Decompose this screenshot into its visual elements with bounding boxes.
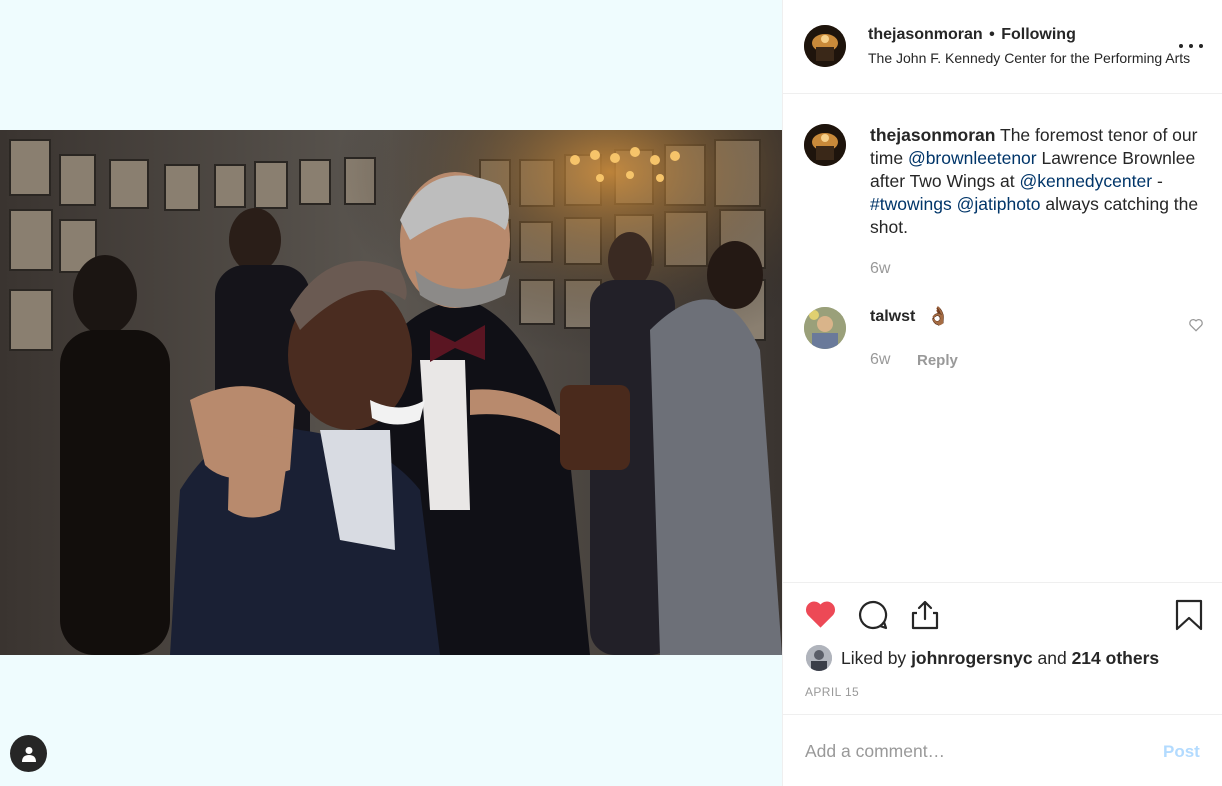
- post-actions: Liked by johnrogersnyc and 214 others AP…: [783, 582, 1222, 714]
- header-separator: •: [989, 26, 995, 43]
- follow-status[interactable]: Following: [1001, 26, 1076, 43]
- person-icon[interactable]: [10, 735, 47, 772]
- post-details-pane: thejasonmoran • Following The John F. Ke…: [782, 0, 1222, 786]
- likes-prefix: Liked by: [841, 647, 907, 668]
- likes-summary: Liked by johnrogersnyc and 214 others: [806, 645, 1159, 671]
- photo-illustration: [0, 130, 782, 655]
- share-icon[interactable]: [909, 599, 941, 636]
- more-options-icon[interactable]: [1179, 38, 1203, 54]
- comment-text: 👌🏾: [927, 306, 950, 326]
- others-likes-link[interactable]: 214 others: [1072, 648, 1160, 669]
- header-title: thejasonmoran • Following: [868, 26, 1076, 44]
- hashtag-link[interactable]: #twowings: [870, 194, 952, 214]
- comment-input[interactable]: [805, 739, 1125, 763]
- post-location[interactable]: The John F. Kennedy Center for the Perfo…: [868, 50, 1203, 66]
- commenter-avatar[interactable]: [804, 307, 846, 349]
- liker-avatar[interactable]: [806, 645, 832, 671]
- author-username[interactable]: thejasonmoran: [868, 26, 983, 43]
- comment-icon[interactable]: [857, 599, 889, 636]
- post-button[interactable]: Post: [1163, 742, 1200, 762]
- caption-timestamp: 6w: [870, 260, 891, 277]
- heart-filled-icon[interactable]: [804, 599, 837, 634]
- caption-author-avatar[interactable]: [804, 124, 846, 166]
- first-liker-link[interactable]: johnrogersnyc: [911, 648, 1033, 669]
- caption-text: -: [1156, 171, 1163, 191]
- mention-link[interactable]: @jatiphoto: [957, 194, 1041, 214]
- post-date: APRIL 15: [805, 685, 860, 699]
- post-photo[interactable]: [0, 130, 782, 655]
- mention-link[interactable]: @brownleetenor: [908, 148, 1037, 168]
- bookmark-icon[interactable]: [1175, 599, 1203, 636]
- comment-timestamp: 6w: [870, 351, 891, 368]
- comment-username[interactable]: talwst: [870, 308, 915, 326]
- author-avatar[interactable]: [804, 25, 846, 67]
- post-header: thejasonmoran • Following The John F. Ke…: [783, 0, 1222, 94]
- media-pane: [0, 0, 782, 786]
- post-caption: thejasonmoran The foremost tenor of our …: [870, 124, 1210, 239]
- mention-link[interactable]: @kennedycenter: [1019, 171, 1152, 191]
- reply-button[interactable]: Reply: [917, 352, 958, 369]
- caption-username[interactable]: thejasonmoran: [870, 125, 995, 145]
- heart-outline-icon[interactable]: [1188, 318, 1204, 337]
- likes-conjunction: and: [1037, 647, 1067, 668]
- comment-form: Post: [783, 714, 1222, 786]
